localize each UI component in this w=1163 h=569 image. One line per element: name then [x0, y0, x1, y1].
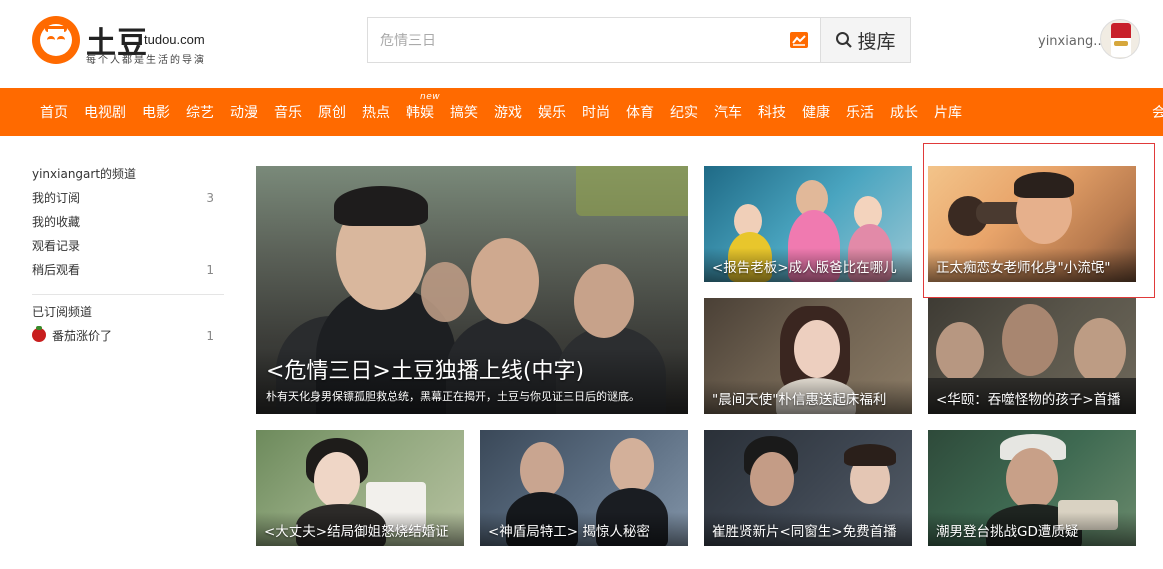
nav-item-funny[interactable]: 搞笑: [450, 88, 478, 136]
sidebar-item-history[interactable]: 观看记录: [32, 235, 224, 257]
search-box: 搜库: [367, 17, 911, 63]
video-tile[interactable]: 崔胜贤新片<同窗生>免费首播: [704, 430, 912, 546]
sidebar-item-label: 我的收藏: [32, 215, 81, 229]
logo-domain-text: tudou.com: [144, 32, 205, 47]
nav-item-anime[interactable]: 动漫: [230, 88, 258, 136]
sidebar-item-label: 观看记录: [32, 239, 81, 253]
nav-item-lifestyle[interactable]: 乐活: [846, 88, 874, 136]
nav-item-growth[interactable]: 成长: [890, 88, 918, 136]
nav-item-tech[interactable]: 科技: [758, 88, 786, 136]
sidebar-item-label: 稍后观看: [32, 263, 81, 277]
search-input[interactable]: [368, 18, 820, 62]
video-tile[interactable]: 正太痴恋女老师化身"小流氓": [928, 166, 1136, 282]
user-name[interactable]: yinxiang...: [1038, 34, 1106, 49]
sidebar-item-favorites[interactable]: 我的收藏: [32, 211, 224, 233]
nav-item-home[interactable]: 首页: [40, 88, 68, 136]
video-tile[interactable]: <神盾局特工> 揭惊人秘密: [480, 430, 688, 546]
feature-subtitle: 朴有天化身男保镖孤胆救总统，黑幕正在揭开，土豆与你见证三日后的谜底。: [266, 390, 640, 403]
feature-title: <危情三日>土豆独播上线(中字): [266, 359, 585, 384]
channel-title[interactable]: yinxiangart的频道: [32, 163, 224, 185]
video-caption: 潮男登台挑战GD遭质疑: [928, 512, 1136, 546]
sidebar-item-label: 我的订阅: [32, 191, 81, 205]
video-caption: "晨间天使"朴信惠送起床福利: [704, 380, 912, 414]
video-caption: 崔胜贤新片<同窗生>免费首播: [704, 512, 912, 546]
nav-item-variety[interactable]: 综艺: [186, 88, 214, 136]
subscribed-title: 已订阅频道: [32, 305, 93, 319]
nav-item-sports[interactable]: 体育: [626, 88, 654, 136]
video-tile[interactable]: <大丈夫>结局御姐怒烧结婚证: [256, 430, 464, 546]
main-nav: new 首页 电视剧 电影 综艺 动漫 音乐 原创 热点 韩娱 搞笑 游戏 娱乐…: [0, 88, 1163, 136]
video-caption: <大丈夫>结局御姐怒烧结婚证: [256, 512, 464, 546]
video-tile[interactable]: 潮男登台挑战GD遭质疑: [928, 430, 1136, 546]
video-caption: <神盾局特工> 揭惊人秘密: [480, 512, 688, 546]
sidebar-item-count: 3: [206, 191, 214, 205]
nav-item-library[interactable]: 片库: [934, 88, 962, 136]
sidebar-item-subscriptions[interactable]: 我的订阅 3: [32, 187, 224, 209]
nav-item-health[interactable]: 健康: [802, 88, 830, 136]
sidebar-item-count: 1: [206, 263, 214, 277]
nav-item-tv[interactable]: 电视剧: [84, 88, 126, 136]
nav-item-more[interactable]: 会: [1152, 88, 1163, 136]
nav-item-games[interactable]: 游戏: [494, 88, 522, 136]
nav-item-auto[interactable]: 汽车: [714, 88, 742, 136]
nav-item-entertainment[interactable]: 娱乐: [538, 88, 566, 136]
sidebar-item-subscribed-channel[interactable]: 番茄涨价了 1: [32, 325, 224, 347]
tomato-icon: [32, 326, 46, 342]
nav-item-documentary[interactable]: 纪实: [670, 88, 698, 136]
video-caption: <报告老板>成人版爸比在哪儿: [704, 248, 912, 282]
tudou-logo-icon: [32, 16, 80, 64]
nav-item-original[interactable]: 原创: [318, 88, 346, 136]
sidebar-item-count: 1: [206, 329, 214, 343]
sidebar-item-watch-later[interactable]: 稍后观看 1: [32, 259, 224, 281]
video-tile[interactable]: <报告老板>成人版爸比在哪儿: [704, 166, 912, 282]
search-icon: [835, 31, 853, 49]
tudou-logo[interactable]: 土豆 tudou.com 每个人都是生活的导演: [32, 16, 212, 68]
search-button-label: 搜库: [857, 30, 896, 53]
video-caption: 正太痴恋女老师化身"小流氓": [928, 248, 1136, 282]
trending-icon[interactable]: [790, 32, 808, 48]
sidebar-item-label: 番茄涨价了: [52, 329, 113, 343]
search-button[interactable]: 搜库: [820, 18, 910, 62]
nav-item-fashion[interactable]: 时尚: [582, 88, 610, 136]
nav-item-hot[interactable]: 热点: [362, 88, 390, 136]
feature-caption: <危情三日>土豆独播上线(中字) 朴有天化身男保镖孤胆救总统，黑幕正在揭开，土豆…: [256, 348, 688, 414]
site-header: 土豆 tudou.com 每个人都是生活的导演 搜库 yinxiang...: [0, 0, 1163, 88]
sidebar-divider: [32, 294, 224, 295]
nav-item-korean-ent[interactable]: 韩娱: [406, 88, 434, 136]
video-caption: <华颐：吞噬怪物的孩子>首播: [928, 380, 1136, 414]
feature-video-tile[interactable]: <危情三日>土豆独播上线(中字) 朴有天化身男保镖孤胆救总统，黑幕正在揭开，土豆…: [256, 166, 688, 414]
avatar[interactable]: [1100, 19, 1140, 59]
video-tile[interactable]: <华颐：吞噬怪物的孩子>首播: [928, 298, 1136, 414]
nav-item-music[interactable]: 音乐: [274, 88, 302, 136]
video-tile[interactable]: "晨间天使"朴信惠送起床福利: [704, 298, 912, 414]
logo-slogan: 每个人都是生活的导演: [86, 55, 206, 66]
nav-item-movie[interactable]: 电影: [142, 88, 170, 136]
